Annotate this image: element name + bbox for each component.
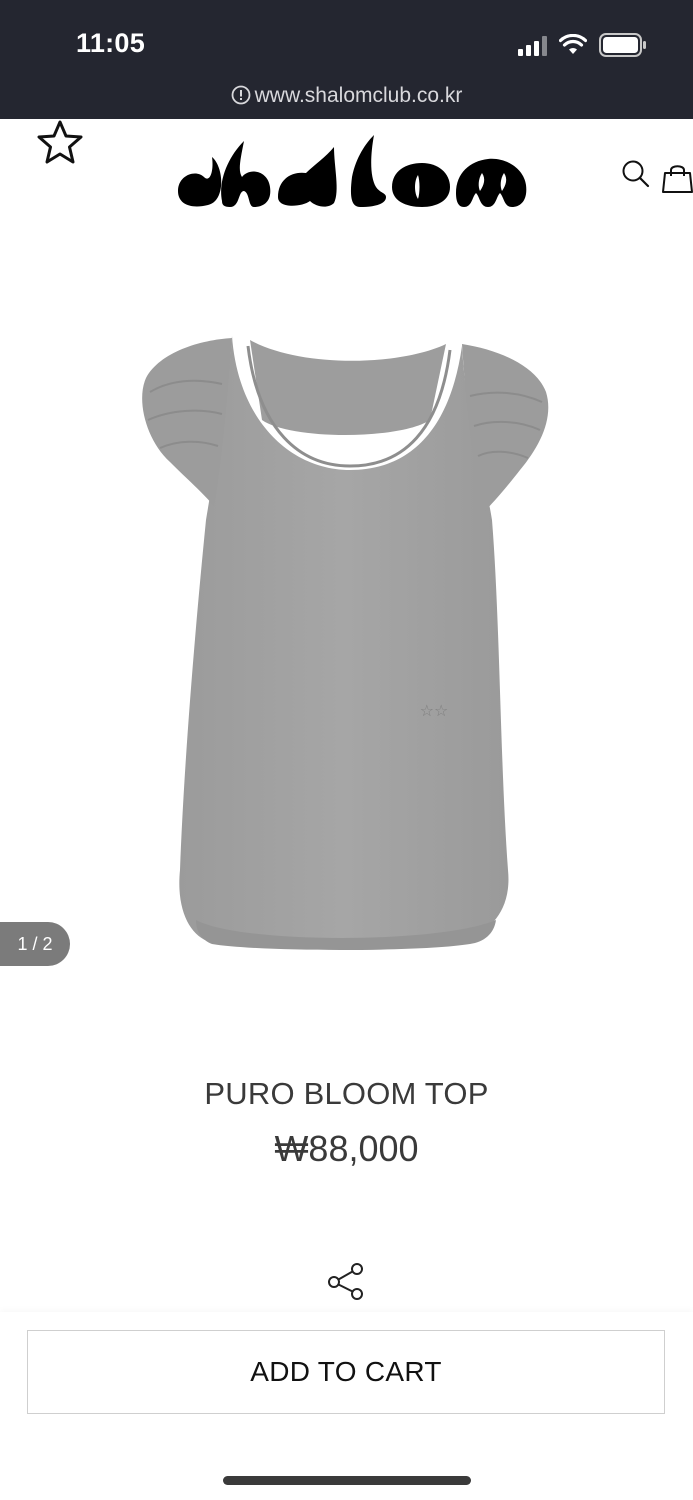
status-icons: [518, 33, 647, 57]
status-time: 11:05: [76, 28, 146, 58]
shopping-bag-icon[interactable]: [662, 162, 693, 194]
product-price: ₩88,000: [274, 1128, 419, 1169]
product-name: PURO BLOOM TOP: [204, 1076, 489, 1111]
shalom-logo[interactable]: shalom: [174, 127, 530, 217]
add-to-cart-button[interactable]: ADD TO CART: [27, 1330, 665, 1414]
url-text: www.shalomclub.co.kr: [254, 84, 463, 107]
svg-text:☆☆: ☆☆: [420, 701, 449, 720]
search-icon[interactable]: [620, 158, 652, 190]
url-bar[interactable]: www.shalomclub.co.kr: [0, 84, 693, 108]
bottom-action-bar: ADD TO CART: [0, 1312, 693, 1500]
image-pager: 1 / 2: [0, 922, 70, 966]
home-indicator[interactable]: [223, 1476, 471, 1485]
site-header: shalom: [0, 119, 693, 229]
product-image[interactable]: ☆☆: [0, 229, 693, 1059]
browser-top-bar: 11:05 www.shalomclub.co.kr: [0, 0, 693, 119]
cellular-signal-icon: [518, 34, 547, 56]
battery-icon: [599, 33, 646, 57]
wifi-icon: [559, 34, 587, 54]
star-icon[interactable]: [33, 119, 89, 165]
info-icon: [231, 85, 251, 105]
share-icon[interactable]: [326, 1261, 366, 1301]
